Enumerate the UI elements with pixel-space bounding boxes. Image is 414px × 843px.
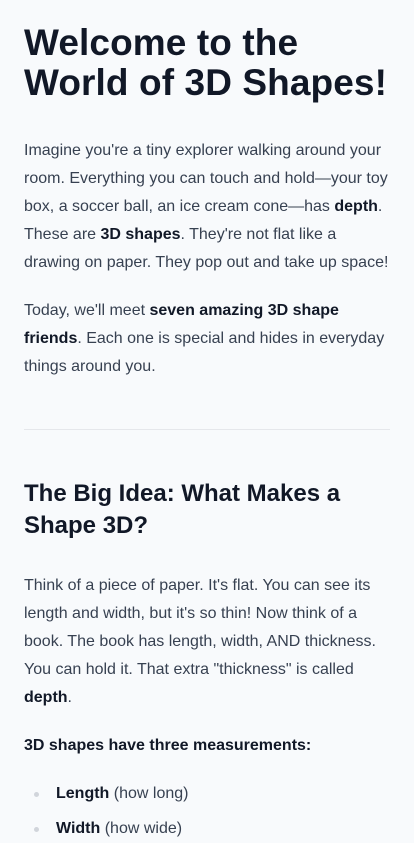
list-item: Length (how long) <box>24 780 390 808</box>
section-text: . <box>67 689 72 706</box>
intro-text: . Each one is special and hides in every… <box>24 330 385 375</box>
section-divider <box>24 429 390 430</box>
measurements-lead: 3D shapes have three measurements: <box>24 737 312 754</box>
emphasis-depth: depth <box>24 689 68 706</box>
section-heading: The Big Idea: What Makes a Shape 3D? <box>24 480 341 539</box>
measurement-term: Width <box>56 820 101 837</box>
measurement-desc: (how long) <box>109 785 189 802</box>
list-item: Width (how wide) <box>24 815 390 843</box>
intro-paragraph: Imagine you're a tiny explorer walking a… <box>24 137 390 277</box>
article: Welcome to the World of 3D Shapes! Imagi… <box>0 0 414 843</box>
measurement-term: Length <box>56 785 110 802</box>
measurement-desc: (how wide) <box>100 820 183 837</box>
emphasis-3d-shapes: 3D shapes <box>100 226 181 243</box>
bullet-dot-icon <box>34 792 39 797</box>
measurements-list: Length (how long) Width (how wide) <box>24 780 390 843</box>
page-title: Welcome to the World of 3D Shapes! <box>24 22 388 103</box>
emphasis-depth: depth <box>334 198 378 215</box>
section-paragraph: Think of a piece of paper. It's flat. Yo… <box>24 572 390 712</box>
intro-text: Today, we'll meet <box>24 302 150 319</box>
section-text: Think of a piece of paper. It's flat. Yo… <box>24 577 376 678</box>
intro-paragraph-2: Today, we'll meet seven amazing 3D shape… <box>24 297 390 381</box>
